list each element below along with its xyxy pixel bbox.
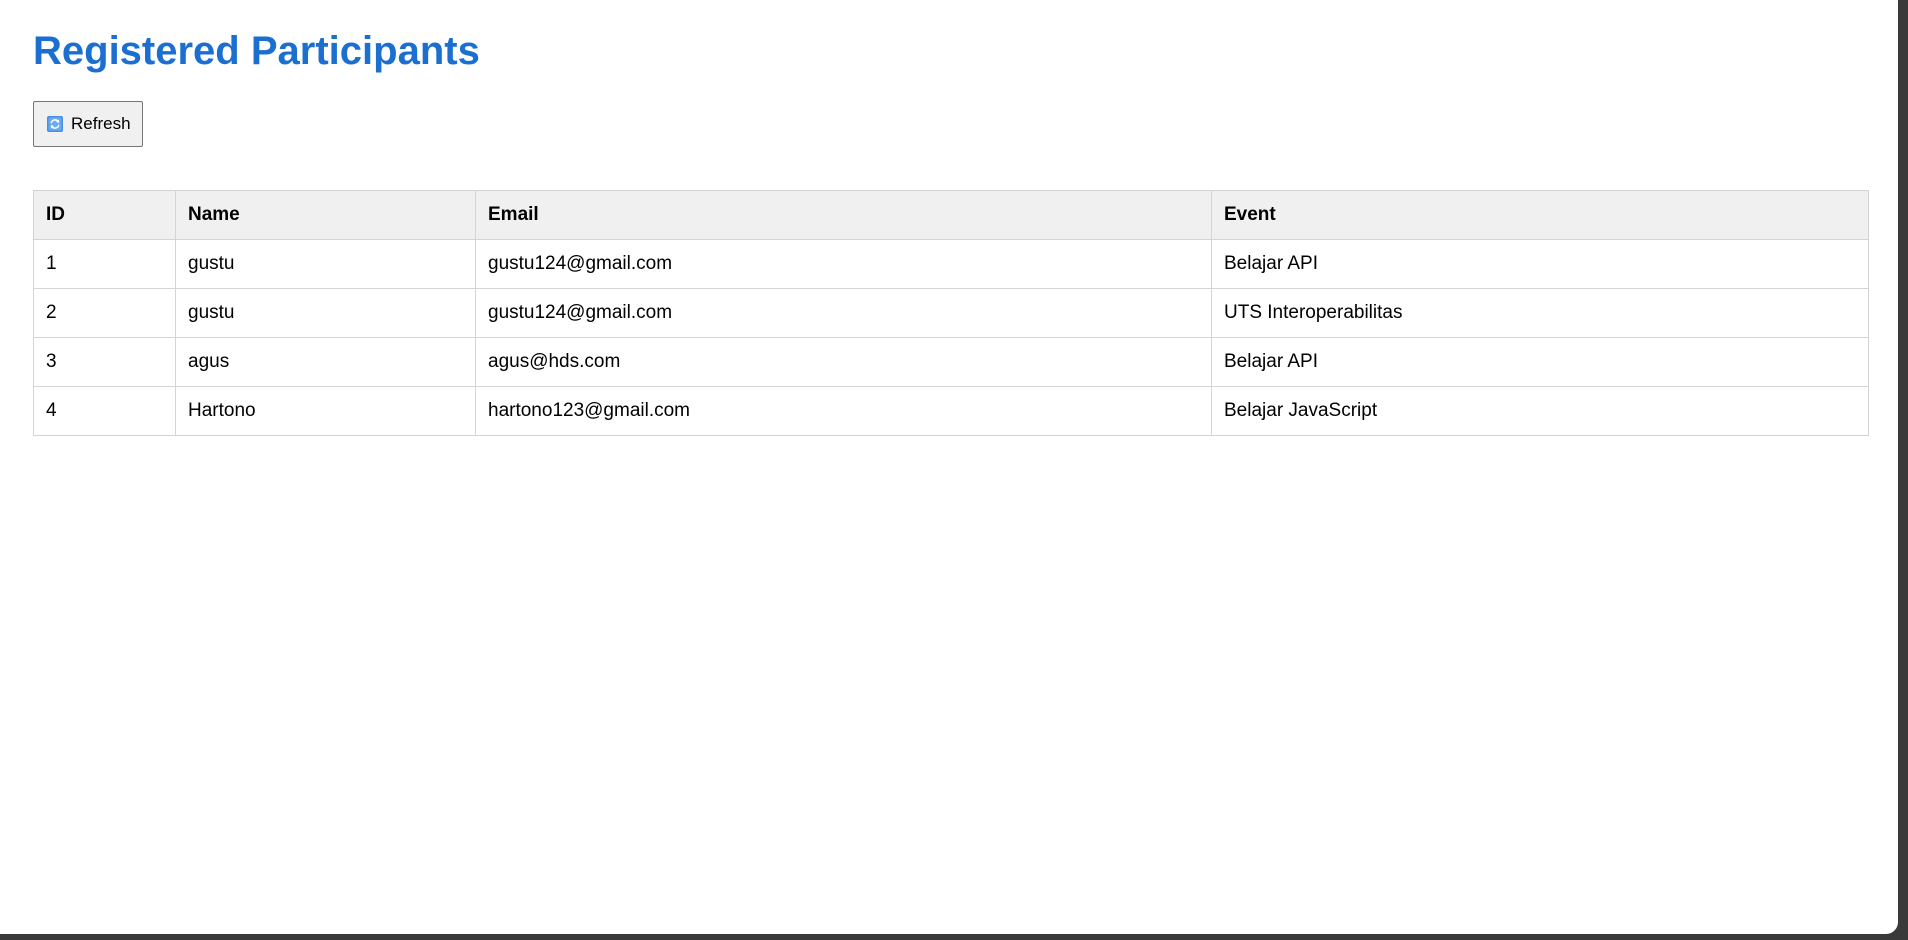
cell-id: 3 (33, 337, 176, 387)
cell-email: agus@hds.com (475, 337, 1212, 387)
column-header-email: Email (475, 190, 1212, 240)
column-header-id: ID (33, 190, 176, 240)
cell-id: 4 (33, 386, 176, 436)
table-row: 1 gustu gustu124@gmail.com Belajar API (33, 239, 1869, 289)
cell-event: Belajar API (1211, 239, 1869, 289)
cell-name: agus (175, 337, 476, 387)
column-header-name: Name (175, 190, 476, 240)
cell-id: 2 (33, 288, 176, 338)
cell-id: 1 (33, 239, 176, 289)
refresh-icon (47, 116, 63, 132)
table-row: 4 Hartono hartono123@gmail.com Belajar J… (33, 386, 1869, 436)
cell-email: hartono123@gmail.com (475, 386, 1212, 436)
cell-event: Belajar API (1211, 337, 1869, 387)
cell-name: Hartono (175, 386, 476, 436)
participants-table: ID Name Email Event 1 gustu gustu124@gma… (33, 190, 1869, 436)
cell-name: gustu (175, 288, 476, 338)
cell-event: Belajar JavaScript (1211, 386, 1869, 436)
table-header-row: ID Name Email Event (33, 190, 1869, 240)
refresh-button-label: Refresh (71, 114, 131, 133)
page-content: Registered Participants Refresh ID Name (0, 0, 1898, 464)
cell-name: gustu (175, 239, 476, 289)
browser-page: Registered Participants Refresh ID Name (0, 0, 1898, 934)
table-row: 2 gustu gustu124@gmail.com UTS Interoper… (33, 288, 1869, 338)
cell-email: gustu124@gmail.com (475, 288, 1212, 338)
page-title: Registered Participants (33, 29, 480, 73)
cell-event: UTS Interoperabilitas (1211, 288, 1869, 338)
refresh-button[interactable]: Refresh (33, 101, 143, 147)
table-row: 3 agus agus@hds.com Belajar API (33, 337, 1869, 387)
column-header-event: Event (1211, 190, 1869, 240)
cell-email: gustu124@gmail.com (475, 239, 1212, 289)
